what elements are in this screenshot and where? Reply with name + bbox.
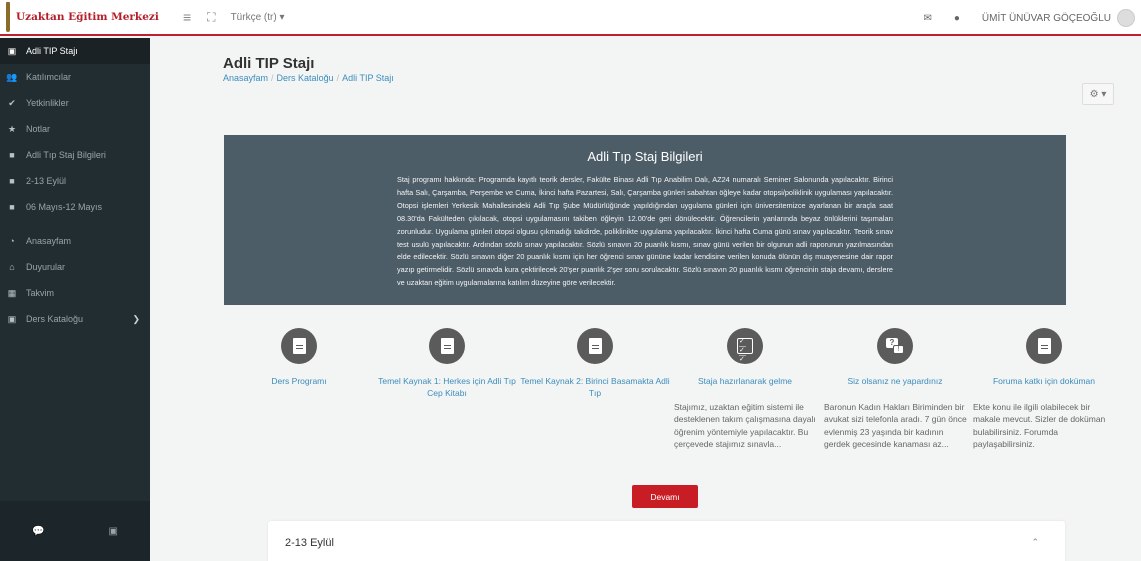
card-title[interactable]: Temel Kaynak 2: Birinci Basamakta Adli T… (520, 375, 670, 399)
document-icon (577, 328, 613, 364)
sidebar-item-notlar[interactable]: ★ Notlar (0, 116, 150, 142)
top-navbar: Uzaktan Eğitim Merkezi ≡ ⛶ Türkçe (tr) ▾… (0, 0, 1141, 36)
breadcrumb-item[interactable]: Adli TIP Stajı (342, 73, 394, 83)
sidebar-item-duyurular[interactable]: ⌂ Duyurular (0, 254, 150, 280)
sidebar-footer: 💬 ▣ (0, 501, 150, 561)
document-icon (281, 328, 317, 364)
sidebar-item-ders-katalogu[interactable]: ▣ Ders Kataloğu ❯ (0, 306, 150, 332)
settings-button[interactable]: ⚙ ▾ (1082, 83, 1114, 105)
tachometer-icon: ◔ (9, 236, 15, 246)
sidebar-item-label: Takvim (26, 288, 55, 298)
sidebar-item-label: Yetkinlikler (26, 98, 69, 108)
devami-button[interactable]: Devamı (632, 485, 698, 508)
sidebar-item-label: 2-13 Eylül (26, 176, 67, 186)
graduation-cap-icon[interactable]: ▣ (109, 526, 118, 537)
comments-icon[interactable]: 💬 (32, 526, 44, 537)
card-title[interactable]: Ders Programı (224, 375, 374, 387)
folder-icon: ■ (9, 202, 15, 212)
sidebar-item-06-mayis[interactable]: ■ 06 Mayıs-12 Mayıs (0, 194, 150, 220)
users-icon: 👥 (6, 71, 18, 82)
calendar-icon: ▦ (7, 287, 17, 298)
chevron-up-icon[interactable]: ⌃ (1031, 537, 1039, 548)
home-icon: ⌂ (9, 262, 15, 272)
document-icon (429, 328, 465, 364)
sidebar: ▣ Adli TIP Stajı 👥 Katılımcılar ✔ Yetkin… (0, 38, 150, 561)
card-description: Baronun Kadın Hakları Biriminden bir avu… (824, 402, 967, 450)
checklist-icon: ✓— ✓— ✓— (727, 328, 763, 368)
envelope-icon[interactable]: ✉ (923, 13, 931, 24)
card-description: Stajımız, uzaktan eğitim sistemi ile des… (674, 402, 816, 450)
breadcrumb-item[interactable]: Ders Kataloğu (277, 73, 334, 83)
activity-cards: Ders Programı Temel Kaynak 1: Herkes içi… (224, 328, 1119, 498)
user-name[interactable]: ÜMİT ÜNÜVAR GÖÇEOĞLU (982, 13, 1111, 24)
breadcrumb: Anasayfam / Ders Kataloğu / Adli TIP Stajı (223, 73, 394, 83)
main-content: Adli TIP Stajı Anasayfam / Ders Kataloğu / A… (150, 38, 1141, 561)
sidebar-divider (0, 220, 150, 228)
activity-card[interactable]: Ders Programı (224, 328, 374, 387)
card-title[interactable]: Siz olsanız ne yapardınız (820, 375, 970, 387)
info-title: Adli Tıp Staj Bilgileri (587, 149, 703, 164)
info-text: Staj programı hakkında: Programda kayıtl… (397, 175, 893, 288)
language-selector[interactable]: Türkçe (tr) ▾ (231, 12, 285, 23)
staj-info-box: Adli Tıp Staj Bilgileri Staj programı ha… (224, 135, 1066, 305)
graduation-cap-icon: ▣ (7, 313, 17, 324)
university-logo (6, 2, 10, 32)
activity-card[interactable]: ✓— ✓— ✓— Staja hazırlanarak gelme Stajımız… (670, 328, 820, 451)
sidebar-item-label: Ders Kataloğu (26, 314, 84, 324)
folder-icon: ■ (9, 150, 15, 160)
activity-card[interactable]: ?! Siz olsanız ne yapardınız Baronun Kad… (820, 328, 970, 451)
sidebar-item-staj-bilgileri[interactable]: ■ Adli Tıp Staj Bilgileri (0, 142, 150, 168)
star-icon: ★ (7, 123, 17, 134)
avatar[interactable] (1117, 9, 1135, 27)
sidebar-item-label: Anasayfam (26, 236, 72, 246)
document-icon (1026, 328, 1062, 364)
sidebar-item-label: Katılımcılar (26, 72, 72, 82)
brand[interactable]: Uzaktan Eğitim Merkezi (0, 0, 159, 35)
card-description: Ekte konu ile ilgili olabilecek bir maka… (973, 402, 1106, 450)
fullscreen-icon[interactable]: ⛶ (207, 10, 215, 25)
card-title[interactable]: Temel Kaynak 1: Herkes için Adli Tıp Cep… (372, 375, 522, 399)
sidebar-item-takvim[interactable]: ▦ Takvim (0, 280, 150, 306)
sidebar-item-label: Adli TIP Stajı (26, 46, 78, 56)
activity-card[interactable]: Temel Kaynak 1: Herkes için Adli Tıp Cep… (372, 328, 522, 399)
gear-icon: ⚙ ▾ (1089, 88, 1107, 100)
card-title[interactable]: Foruma katkı için doküman (969, 375, 1119, 387)
sidebar-item-label: Adli Tıp Staj Bilgileri (26, 150, 106, 160)
sidebar-item-label: Notlar (26, 124, 51, 134)
section-2-13-eylul[interactable]: 2-13 Eylül ⌃ (268, 521, 1065, 561)
sidebar-item-katilimcilar[interactable]: 👥 Katılımcılar (0, 64, 150, 90)
check-circle-icon: ✔ (8, 97, 16, 108)
card-title[interactable]: Staja hazırlanarak gelme (670, 375, 820, 387)
bell-icon[interactable]: ● (954, 13, 960, 24)
page-title: Adli TIP Stajı (223, 55, 315, 72)
activity-card[interactable]: Foruma katkı için doküman Ekte konu ile … (969, 328, 1119, 451)
folder-icon: ■ (9, 176, 15, 186)
activity-card[interactable]: Temel Kaynak 2: Birinci Basamakta Adli T… (520, 328, 670, 399)
sidebar-item-anasayfam[interactable]: ◔ Anasayfam (0, 228, 150, 254)
sidebar-item-yetkinlikler[interactable]: ✔ Yetkinlikler (0, 90, 150, 116)
brand-name: Uzaktan Eğitim Merkezi (16, 11, 159, 23)
section-title: 2-13 Eylül (285, 537, 334, 549)
sidebar-item-label: 06 Mayıs-12 Mayıs (26, 202, 103, 212)
sidebar-item-label: Duyurular (26, 262, 66, 272)
graduation-cap-icon: ▣ (7, 45, 17, 56)
sidebar-item-2-13-eylul[interactable]: ■ 2-13 Eylül (0, 168, 150, 194)
sidebar-item-adli-tip-staji[interactable]: ▣ Adli TIP Stajı (0, 38, 150, 64)
question-answer-icon: ?! (877, 328, 913, 364)
breadcrumb-item[interactable]: Anasayfam (223, 73, 268, 83)
chevron-right-icon: ❯ (132, 313, 140, 324)
menu-toggle-icon[interactable]: ≡ (183, 9, 191, 25)
